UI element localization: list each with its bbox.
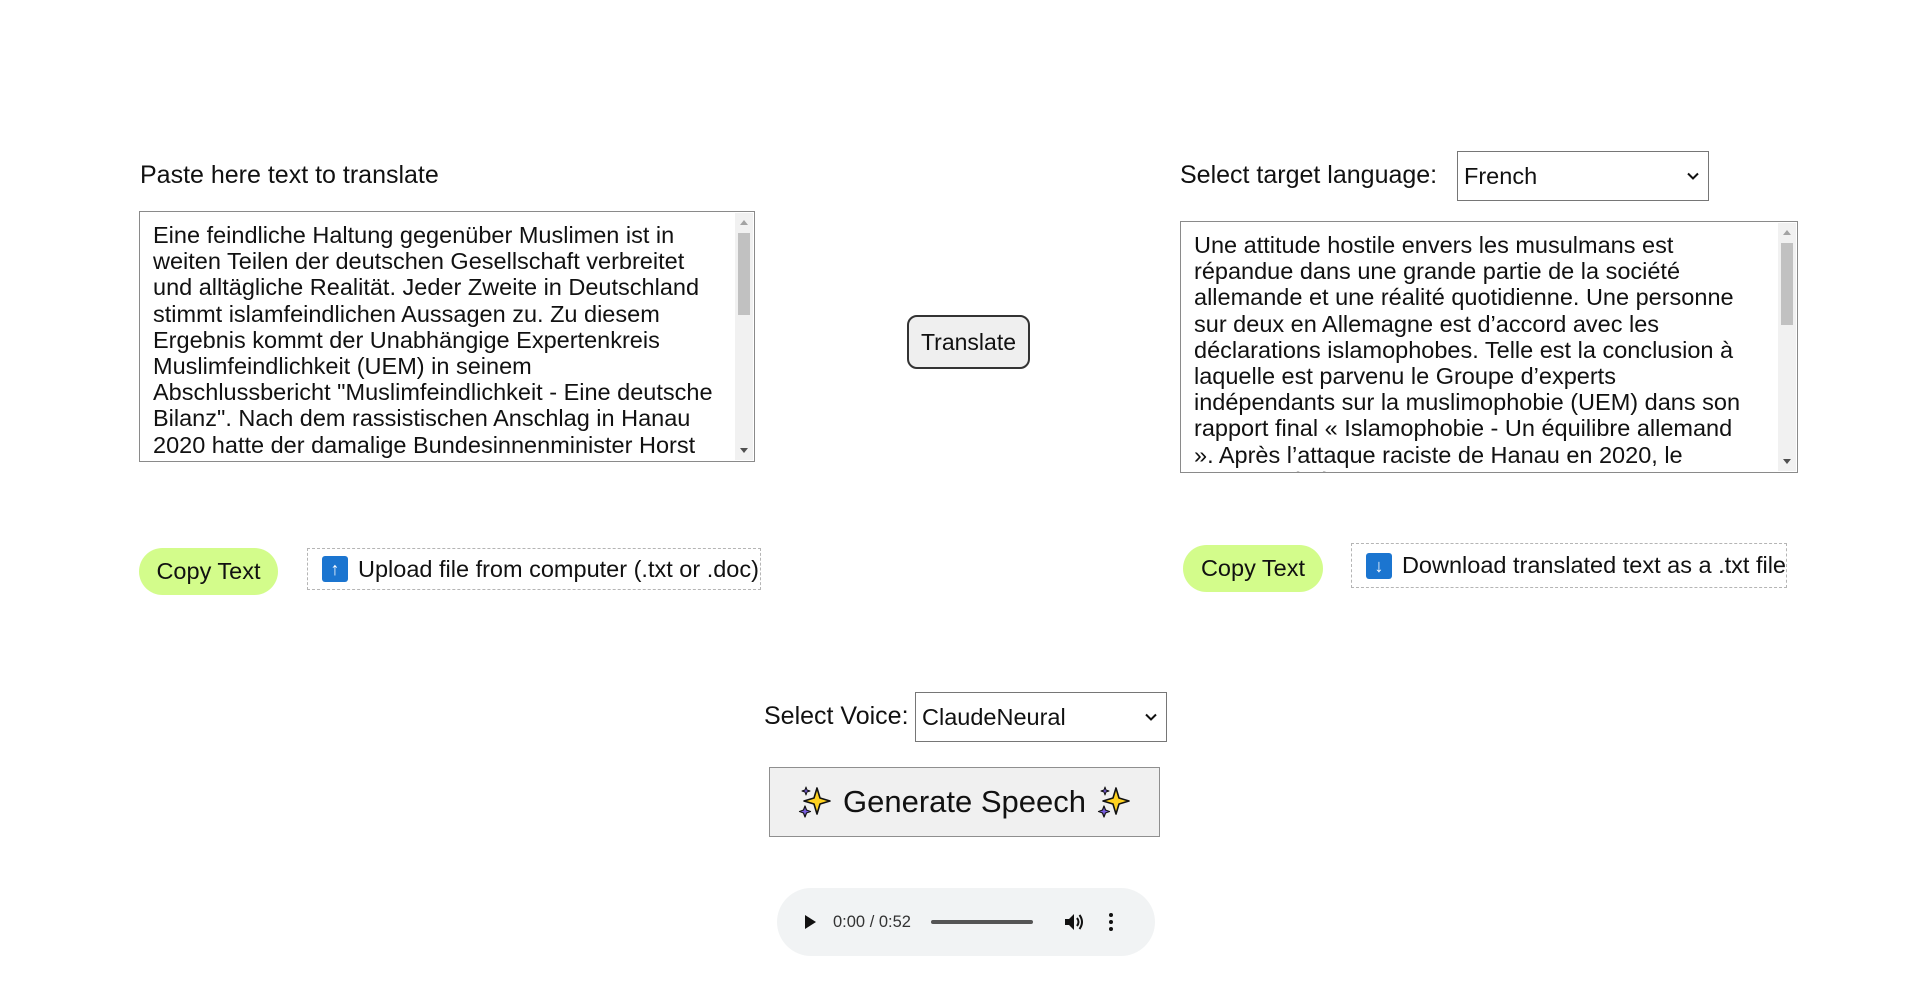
- audio-progress-track[interactable]: [930, 920, 1033, 924]
- download-translated-button[interactable]: ↓ Download translated text as a .txt fil…: [1351, 543, 1787, 588]
- scroll-up-arrow-icon[interactable]: [740, 220, 748, 225]
- target-language-label: Select target language:: [1180, 161, 1438, 189]
- chevron-down-icon: [1145, 713, 1157, 721]
- source-label: Paste here text to translate: [140, 161, 439, 189]
- sparkles-icon: [798, 786, 831, 818]
- download-label: Download translated text as a .txt file: [1401, 552, 1786, 578]
- audio-time: 0:00 / 0:52: [833, 912, 911, 931]
- target-language-select[interactable]: French: [1457, 151, 1709, 201]
- chevron-down-icon: [1687, 172, 1699, 180]
- down-arrow-icon: ↓: [1366, 552, 1392, 579]
- source-scrollbar[interactable]: [735, 213, 753, 460]
- source-textarea[interactable]: Eine feindliche Haltung gegenüber Muslim…: [139, 211, 755, 462]
- target-language-value: French: [1464, 162, 1538, 189]
- generate-speech-label: Generate Speech: [842, 784, 1086, 819]
- upload-file-button[interactable]: ↑ Upload file from computer (.txt or .do…: [307, 548, 761, 590]
- scroll-up-arrow-icon[interactable]: [1783, 230, 1791, 235]
- more-options-icon[interactable]: [1108, 913, 1113, 931]
- up-arrow-icon: ↑: [322, 556, 348, 582]
- scroll-thumb[interactable]: [738, 233, 750, 315]
- source-text: Eine feindliche Haltung gegenüber Muslim…: [153, 222, 713, 461]
- upload-label: Upload file from computer (.txt or .doc): [358, 555, 759, 582]
- sparkles-icon: [1097, 786, 1130, 818]
- target-scrollbar[interactable]: [1778, 223, 1796, 471]
- audio-player: 0:00 / 0:52: [777, 888, 1155, 956]
- play-icon[interactable]: [805, 915, 816, 929]
- volume-icon[interactable]: [1063, 912, 1085, 932]
- scroll-down-arrow-icon[interactable]: [740, 448, 748, 453]
- voice-value: ClaudeNeural: [922, 703, 1066, 730]
- target-copy-button[interactable]: Copy Text: [1183, 545, 1323, 592]
- source-copy-button[interactable]: Copy Text: [139, 548, 278, 595]
- target-text: Une attitude hostile envers les musulman…: [1194, 232, 1741, 472]
- translate-button[interactable]: Translate: [907, 315, 1030, 369]
- voice-label: Select Voice:: [764, 702, 909, 730]
- generate-speech-button[interactable]: Generate Speech: [769, 767, 1160, 837]
- scroll-thumb[interactable]: [1781, 243, 1793, 325]
- voice-select[interactable]: ClaudeNeural: [915, 692, 1167, 742]
- scroll-down-arrow-icon[interactable]: [1783, 459, 1791, 464]
- target-textarea[interactable]: Une attitude hostile envers les musulman…: [1180, 221, 1798, 473]
